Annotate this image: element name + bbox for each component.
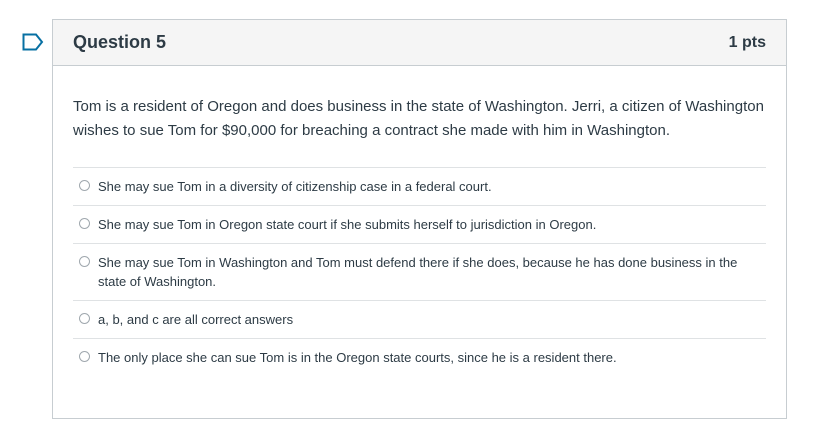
answer-option-e[interactable]: The only place she can sue Tom is in the…: [73, 339, 766, 376]
answer-label: She may sue Tom in Oregon state court if…: [98, 217, 597, 232]
question-header: Question 5 1 pts: [53, 20, 786, 66]
answer-list: She may sue Tom in a diversity of citize…: [73, 167, 766, 376]
answer-option-d[interactable]: a, b, and c are all correct answers: [73, 301, 766, 339]
answer-option-a[interactable]: She may sue Tom in a diversity of citize…: [73, 168, 766, 206]
question-text: Tom is a resident of Oregon and does bus…: [73, 98, 764, 139]
radio-button[interactable]: [79, 313, 90, 324]
question-points: 1 pts: [728, 33, 766, 51]
radio-button[interactable]: [79, 180, 90, 191]
answer-option-b[interactable]: She may sue Tom in Oregon state court if…: [73, 206, 766, 244]
answer-label: She may sue Tom in a diversity of citize…: [98, 179, 492, 194]
radio-button[interactable]: [79, 218, 90, 229]
answer-label: The only place she can sue Tom is in the…: [98, 350, 617, 365]
question-body: Tom is a resident of Oregon and does bus…: [53, 66, 786, 376]
answer-label: She may sue Tom in Washington and Tom mu…: [98, 255, 738, 289]
radio-button[interactable]: [79, 256, 90, 267]
answer-label: a, b, and c are all correct answers: [98, 312, 294, 327]
question-card: Question 5 1 pts Tom is a resident of Or…: [52, 19, 787, 419]
answer-option-c[interactable]: She may sue Tom in Washington and Tom mu…: [73, 244, 766, 301]
question-title: Question 5: [73, 32, 167, 52]
flag-question-icon[interactable]: [22, 33, 44, 51]
radio-button[interactable]: [79, 351, 90, 362]
